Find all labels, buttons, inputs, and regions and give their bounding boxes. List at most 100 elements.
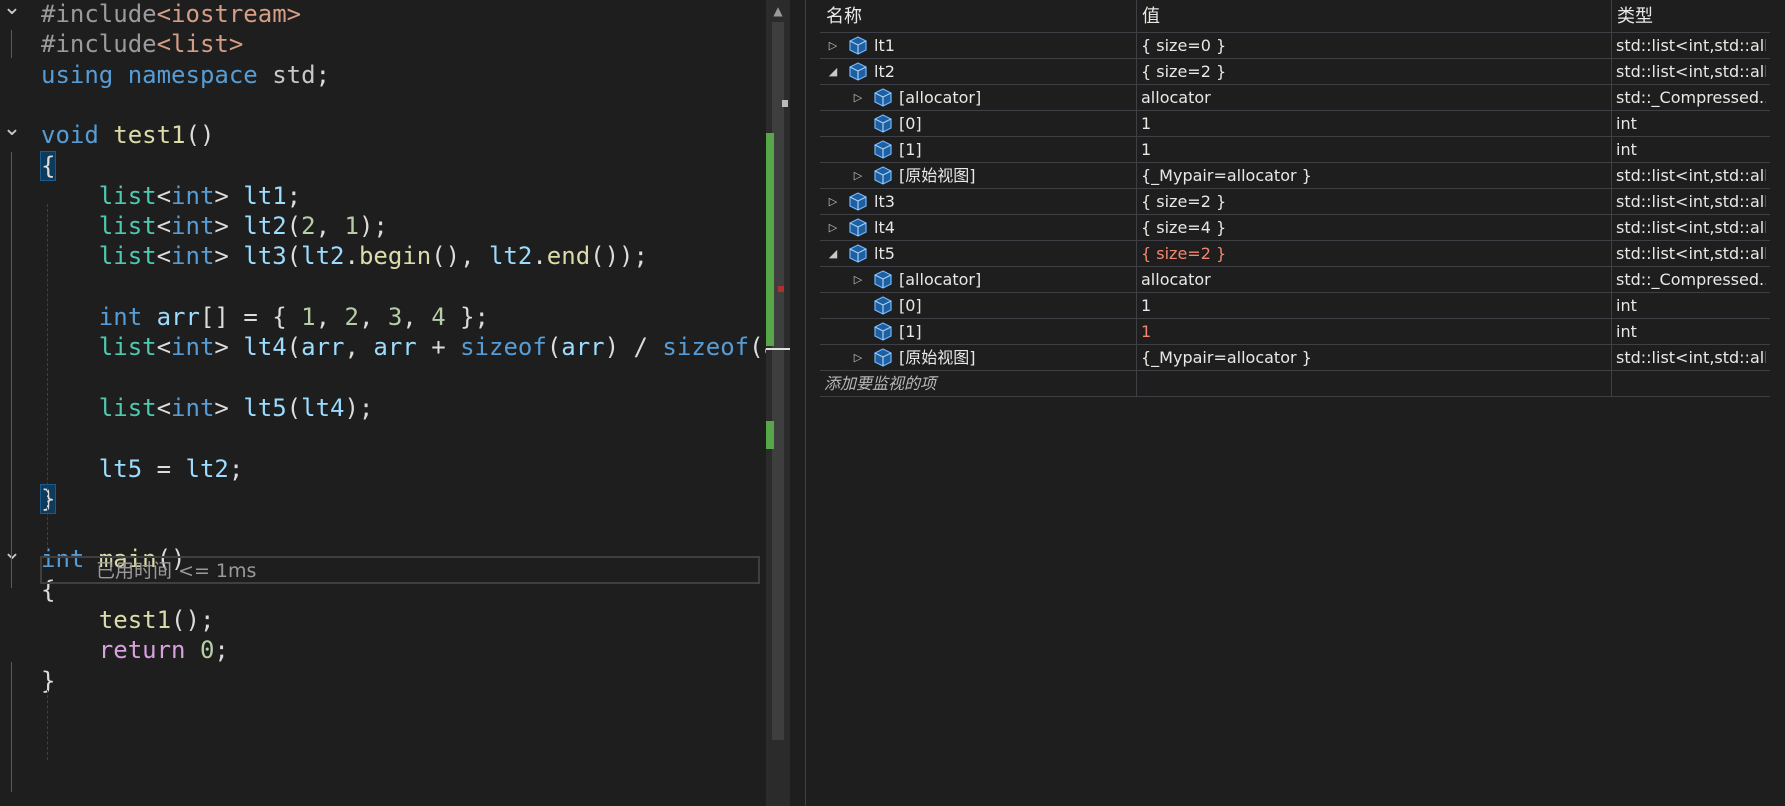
- watch-row[interactable]: ▷ [原始视图] {_Mypair=allocator } std::list<int…: [820, 345, 1770, 371]
- code-line[interactable]: list<int> lt2(2, 1);: [0, 209, 766, 243]
- expand-arrow-icon[interactable]: ▷: [851, 267, 865, 293]
- watch-row[interactable]: ▷ [allocator] allocator std::_Compressed...: [820, 85, 1770, 111]
- code-line[interactable]: [0, 88, 766, 122]
- add-watch-item-placeholder[interactable]: 添加要监视的项: [824, 371, 936, 397]
- expand-arrow-icon[interactable]: ▷: [826, 215, 840, 241]
- code-token: ,: [315, 303, 345, 331]
- code-line[interactable]: list<int> lt5(lt4);: [0, 391, 766, 425]
- code-line[interactable]: int arr[] = { 1, 2, 3, 4 };: [0, 300, 766, 334]
- watch-row[interactable]: ▷ lt1 { size=0 } std::list<int,std::all...: [820, 33, 1770, 59]
- watch-row[interactable]: ▷ [原始视图] {_Mypair=allocator } std::list<int…: [820, 163, 1770, 189]
- watch-value[interactable]: { size=0 }: [1141, 33, 1226, 59]
- watch-value[interactable]: { size=2 }: [1141, 241, 1226, 267]
- code-token: .: [344, 242, 359, 271]
- fold-toggle-icon[interactable]: ⌄: [0, 0, 24, 25]
- watch-row[interactable]: ▷ [allocator] allocator std::_Compressed...: [820, 267, 1770, 293]
- code-line[interactable]: list<int> lt3(lt2.begin(), lt2.end());: [0, 239, 766, 273]
- code-text: }: [41, 664, 55, 698]
- code-line[interactable]: [0, 361, 766, 395]
- watch-value[interactable]: {_Mypair=allocator }: [1141, 163, 1312, 189]
- change-marker-green: [766, 133, 774, 346]
- fold-toggle-icon[interactable]: ⌄: [0, 536, 24, 570]
- code-line[interactable]: list<int> lt4(arr, arr + sizeof(arr) / s…: [0, 330, 766, 364]
- watch-row[interactable]: [1] 1 int: [820, 137, 1770, 163]
- expand-arrow-icon[interactable]: ▷: [826, 189, 840, 215]
- code-token: lt1: [243, 181, 287, 210]
- code-line[interactable]: list<int> lt1;: [0, 179, 766, 213]
- code-line[interactable]: return 0;: [0, 633, 766, 667]
- watch-row[interactable]: [0] 1 int: [820, 293, 1770, 319]
- watch-value[interactable]: allocator: [1141, 85, 1211, 111]
- code-line[interactable]: {: [0, 149, 766, 183]
- watch-row[interactable]: [1] 1 int: [820, 319, 1770, 345]
- code-token: ) /: [604, 333, 663, 362]
- collapse-arrow-icon[interactable]: ◢: [826, 241, 840, 267]
- column-header-value[interactable]: 值: [1142, 0, 1160, 32]
- watch-value[interactable]: { size=2 }: [1141, 59, 1226, 85]
- editor-vertical-scrollbar[interactable]: ▲: [766, 0, 790, 806]
- pane-splitter[interactable]: [790, 0, 804, 806]
- watch-type: std::list<int,std::all...: [1616, 348, 1766, 367]
- watch-value[interactable]: 1: [1141, 111, 1151, 137]
- code-token: arr: [561, 333, 605, 362]
- code-line[interactable]: [0, 512, 766, 546]
- watch-name: lt5: [874, 244, 895, 263]
- code-token: ;: [286, 181, 302, 210]
- code-token: using: [41, 60, 114, 89]
- code-token: int: [171, 181, 215, 210]
- watch-row[interactable]: ◢ lt5 { size=2 } std::list<int,std::all...: [820, 241, 1770, 267]
- expand-arrow-icon[interactable]: ▷: [851, 85, 865, 111]
- watch-row[interactable]: ◢ lt2 { size=2 } std::list<int,std::all...: [820, 59, 1770, 85]
- watch-row[interactable]: [0] 1 int: [820, 111, 1770, 137]
- watch-value[interactable]: 1: [1141, 137, 1151, 163]
- code-line[interactable]: ⌄ void test1(): [0, 116, 766, 152]
- add-watch-item-row[interactable]: 添加要监视的项: [820, 371, 1770, 397]
- code-token: #include: [41, 0, 157, 28]
- watch-value[interactable]: { size=4 }: [1141, 215, 1226, 241]
- watch-type: std::list<int,std::all...: [1616, 244, 1766, 263]
- fold-toggle-icon[interactable]: ⌄: [0, 112, 24, 146]
- expand-arrow-icon[interactable]: ▷: [851, 345, 865, 371]
- watch-value[interactable]: 1: [1141, 319, 1151, 345]
- code-line[interactable]: }: [0, 482, 766, 516]
- expand-arrow-icon[interactable]: ▷: [826, 33, 840, 59]
- code-token: <list>: [156, 30, 244, 59]
- scroll-thumb[interactable]: [772, 22, 784, 740]
- code-line[interactable]: [0, 270, 766, 304]
- code-token: lt4: [243, 333, 287, 362]
- column-header-type[interactable]: 类型: [1617, 0, 1653, 32]
- code-line[interactable]: lt5 = lt2;: [0, 452, 766, 486]
- watch-value[interactable]: allocator: [1141, 267, 1211, 293]
- watch-name: [原始视图]: [899, 166, 976, 185]
- watch-value[interactable]: { size=2 }: [1141, 189, 1226, 215]
- code-line[interactable]: test1();: [0, 603, 766, 637]
- scroll-up-arrow-icon[interactable]: ▲: [766, 0, 790, 20]
- watch-value[interactable]: 1: [1141, 293, 1151, 319]
- code-token: 2: [301, 212, 316, 241]
- code-line[interactable]: [0, 421, 766, 455]
- watch-type: int: [1616, 322, 1637, 341]
- watch-value[interactable]: {_Mypair=allocator }: [1141, 345, 1312, 371]
- code-line[interactable]: using namespace std;: [0, 58, 766, 92]
- column-header-name[interactable]: 名称: [826, 0, 862, 32]
- watch-name: lt2: [874, 62, 895, 81]
- watch-row[interactable]: ▷ lt4 { size=4 } std::list<int,std::all...: [820, 215, 1770, 241]
- code-line[interactable]: }: [0, 664, 766, 698]
- watch-row[interactable]: ▷ lt3 { size=2 } std::list<int,std::all...: [820, 189, 1770, 215]
- code-token: <: [156, 181, 172, 210]
- fold-bracket-main: [11, 662, 12, 792]
- watch-type: std::list<int,std::all...: [1616, 166, 1766, 185]
- code-editor[interactable]: ⌄ #include<iostream> #include<list> using n…: [0, 0, 766, 806]
- collapse-arrow-icon[interactable]: ◢: [826, 59, 840, 85]
- code-text: }: [39, 482, 57, 516]
- watch-name: lt1: [874, 36, 895, 55]
- expand-arrow-icon[interactable]: ▷: [851, 163, 865, 189]
- code-token: ,: [402, 303, 432, 331]
- code-token: int: [171, 393, 215, 422]
- code-line[interactable]: #include<list>: [0, 27, 766, 61]
- code-token: ,: [344, 333, 374, 362]
